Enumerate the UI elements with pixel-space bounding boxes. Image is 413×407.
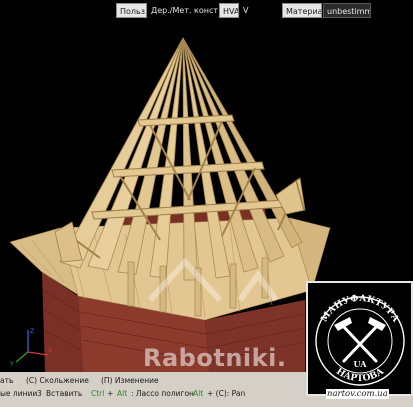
status-plus: + (107, 389, 114, 398)
status-ctrl-key: Ctrl (91, 389, 105, 398)
status-change-hint: (П) Изменение (101, 376, 159, 385)
crossed-hammers-icon (340, 323, 380, 363)
status-lines-hint: ые линии (0, 389, 38, 398)
material-label: Материал (282, 3, 322, 18)
status-alt-key: Alt (117, 389, 128, 398)
status-left-text: ать (0, 376, 14, 385)
axis-y-label: Y (9, 361, 14, 368)
status-lasso-hint: : Лассо полигон (131, 389, 194, 398)
logo-ua-text: UA (354, 359, 368, 369)
status-insert-hint: Вставить (46, 389, 83, 398)
watermark-text: Rabotniki. (143, 344, 287, 372)
logo-url[interactable]: nartov.com.ua (326, 389, 389, 399)
user-button[interactable]: Польз. (116, 3, 147, 18)
top-toolbar: Польз. Дер./Мет. констр. HVA V Материал … (0, 0, 413, 22)
v-button[interactable]: V (240, 3, 252, 18)
construction-dropdown[interactable]: Дер./Мет. констр. (148, 3, 218, 18)
status-insert-key: 3 (37, 389, 42, 398)
axis-x-label: X (48, 347, 52, 354)
hammer-heads-icon (334, 317, 386, 331)
status-pan-hint: + (С): Pan (207, 389, 246, 398)
status-alt-key-2: Alt (193, 389, 204, 398)
logo-emblem: МАНУФАКТУРА НАРТОВА UA (315, 294, 405, 386)
material-field[interactable]: unbestimmt (323, 3, 371, 18)
manufactory-logo: МАНУФАКТУРА НАРТОВА UA (306, 281, 413, 396)
hva-button[interactable]: HVA (219, 3, 239, 18)
axis-z-label: Z (30, 328, 34, 335)
status-slide-hint: (С) Скольжение (26, 376, 89, 385)
